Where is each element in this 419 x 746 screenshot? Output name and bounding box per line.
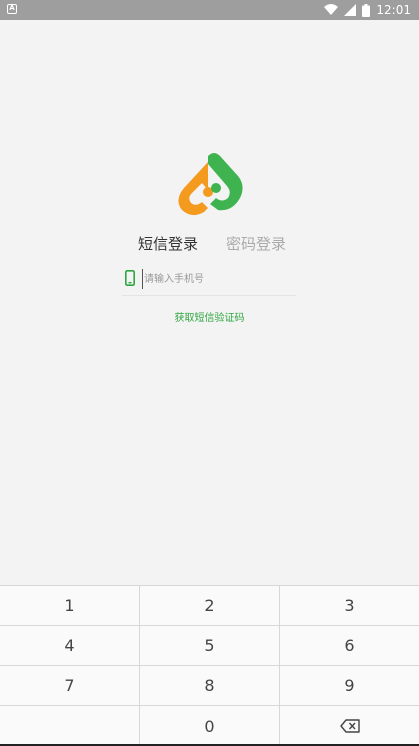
clock: 12:01 <box>376 3 411 17</box>
key-4[interactable]: 4 <box>0 626 139 665</box>
phone-icon <box>125 270 135 286</box>
key-0[interactable]: 0 <box>140 706 279 746</box>
key-1[interactable]: 1 <box>0 586 139 625</box>
numeric-keypad: 1 2 3 4 5 6 7 8 9 0 <box>0 585 419 746</box>
notification-icon: A <box>7 4 17 14</box>
tab-password-login[interactable]: 密码登录 <box>226 234 286 254</box>
key-5[interactable]: 5 <box>140 626 279 665</box>
tab-sms-login[interactable]: 短信登录 <box>138 234 198 254</box>
phone-input[interactable] <box>142 269 294 289</box>
phone-input-row <box>122 265 296 296</box>
key-2[interactable]: 2 <box>140 586 279 625</box>
key-empty <box>0 706 139 746</box>
key-7[interactable]: 7 <box>0 666 139 705</box>
key-9[interactable]: 9 <box>280 666 419 705</box>
app-logo <box>178 153 243 216</box>
battery-icon <box>362 3 371 17</box>
backspace-icon <box>339 719 360 733</box>
key-6[interactable]: 6 <box>280 626 419 665</box>
backspace-key[interactable] <box>280 706 419 746</box>
get-sms-code-link[interactable]: 获取短信验证码 <box>0 309 419 324</box>
wifi-icon <box>324 4 339 15</box>
key-8[interactable]: 8 <box>140 666 279 705</box>
key-3[interactable]: 3 <box>280 586 419 625</box>
status-bar-right: 12:01 <box>324 2 411 18</box>
status-bar: A 12:01 <box>0 0 419 20</box>
signal-icon <box>344 4 357 16</box>
